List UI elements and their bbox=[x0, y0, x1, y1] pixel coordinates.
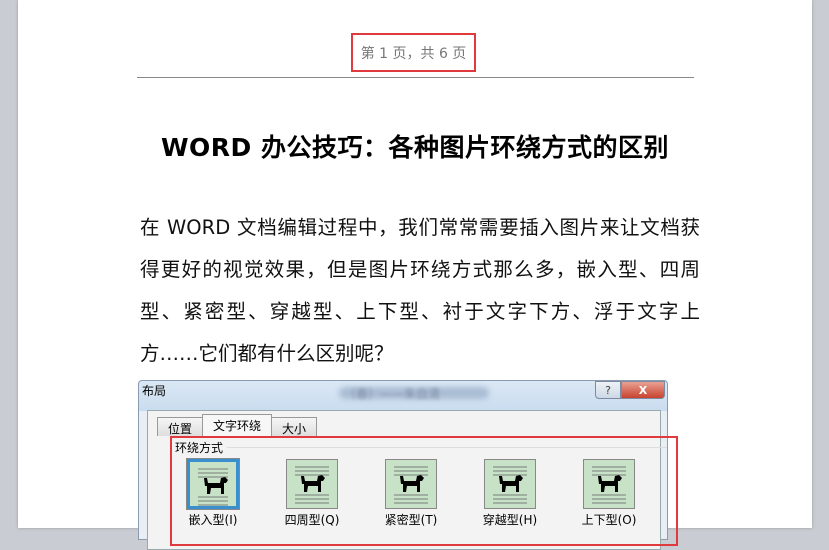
text-line-icon bbox=[394, 502, 428, 504]
help-button[interactable]: ? bbox=[595, 381, 621, 399]
wrap-option-square[interactable]: 四周型(Q) bbox=[284, 459, 340, 528]
text-line-icon bbox=[493, 498, 527, 500]
wrap-option-label: 嵌入型(I) bbox=[188, 513, 238, 527]
text-line-icon bbox=[592, 502, 626, 504]
group-divider bbox=[227, 447, 667, 448]
text-line-icon bbox=[198, 500, 228, 502]
body-paragraph: 在 WORD 文档编辑过程中，我们常常需要插入图片来让文档获得更好的视觉效果，但… bbox=[140, 216, 700, 365]
text-line-icon bbox=[295, 502, 329, 504]
text-line-icon bbox=[493, 502, 527, 504]
title-prefix: WORD bbox=[160, 133, 252, 162]
wrap-option-label: 紧密型(T) bbox=[384, 513, 438, 527]
tab-position[interactable]: 位置 bbox=[157, 417, 204, 436]
text-line-icon bbox=[198, 468, 228, 470]
text-line-icon bbox=[394, 466, 428, 468]
wrap-option-top-bottom[interactable]: 上下型(O) bbox=[581, 459, 637, 528]
text-line-icon bbox=[592, 466, 626, 468]
text-line-icon bbox=[493, 466, 527, 468]
text-line-icon bbox=[592, 498, 626, 500]
text-line-icon bbox=[295, 466, 329, 468]
tab-size[interactable]: 大小 bbox=[271, 417, 318, 436]
text-line-icon bbox=[295, 498, 329, 500]
wrap-tight-icon[interactable] bbox=[385, 459, 437, 509]
wrap-option-label: 上下型(O) bbox=[581, 513, 637, 527]
wrap-option-through[interactable]: 穿越型(H) bbox=[482, 459, 538, 528]
text-line-icon bbox=[198, 504, 228, 506]
document-page: 第 1 页，共 6 页 WORD 办公技巧：各种图片环绕方式的区别 在 WORD… bbox=[18, 0, 812, 550]
wrap-option-inline[interactable]: 嵌入型(I) bbox=[185, 458, 241, 528]
tab-text-wrapping[interactable]: 文字环绕 bbox=[202, 414, 273, 436]
wrap-through-icon[interactable] bbox=[484, 459, 536, 509]
page-header-counter: 第 1 页，共 6 页 bbox=[351, 33, 476, 72]
wrap-inline-icon[interactable] bbox=[186, 458, 240, 510]
dog-icon bbox=[204, 477, 228, 494]
layout-dialog-screenshot: 布局 （春）——朱自清 ? X 位置 文字环绕 大小 环绕方式 嵌入型(I) 四周… bbox=[138, 380, 678, 550]
dog-icon bbox=[400, 475, 424, 492]
dog-icon bbox=[499, 475, 523, 492]
close-button[interactable]: X bbox=[621, 381, 665, 399]
dog-icon bbox=[598, 475, 622, 492]
title-rest: 办公技巧：各种图片环绕方式的区别 bbox=[251, 133, 670, 162]
document-title: WORD 办公技巧：各种图片环绕方式的区别 bbox=[18, 128, 812, 164]
wrap-option-tight[interactable]: 紧密型(T) bbox=[383, 459, 439, 528]
text-line-icon bbox=[394, 498, 428, 500]
wrap-option-label: 四周型(Q) bbox=[284, 513, 340, 527]
dialog-title: 布局 bbox=[142, 384, 167, 398]
header-divider bbox=[137, 77, 694, 78]
dog-icon bbox=[301, 475, 325, 492]
wrap-option-label: 穿越型(H) bbox=[482, 513, 538, 527]
wrap-square-icon[interactable] bbox=[286, 459, 338, 509]
wrap-style-group-label: 环绕方式 bbox=[175, 441, 224, 455]
blurred-caption: （春）——朱自清 bbox=[344, 387, 441, 401]
wrap-top-bottom-icon[interactable] bbox=[583, 459, 635, 509]
